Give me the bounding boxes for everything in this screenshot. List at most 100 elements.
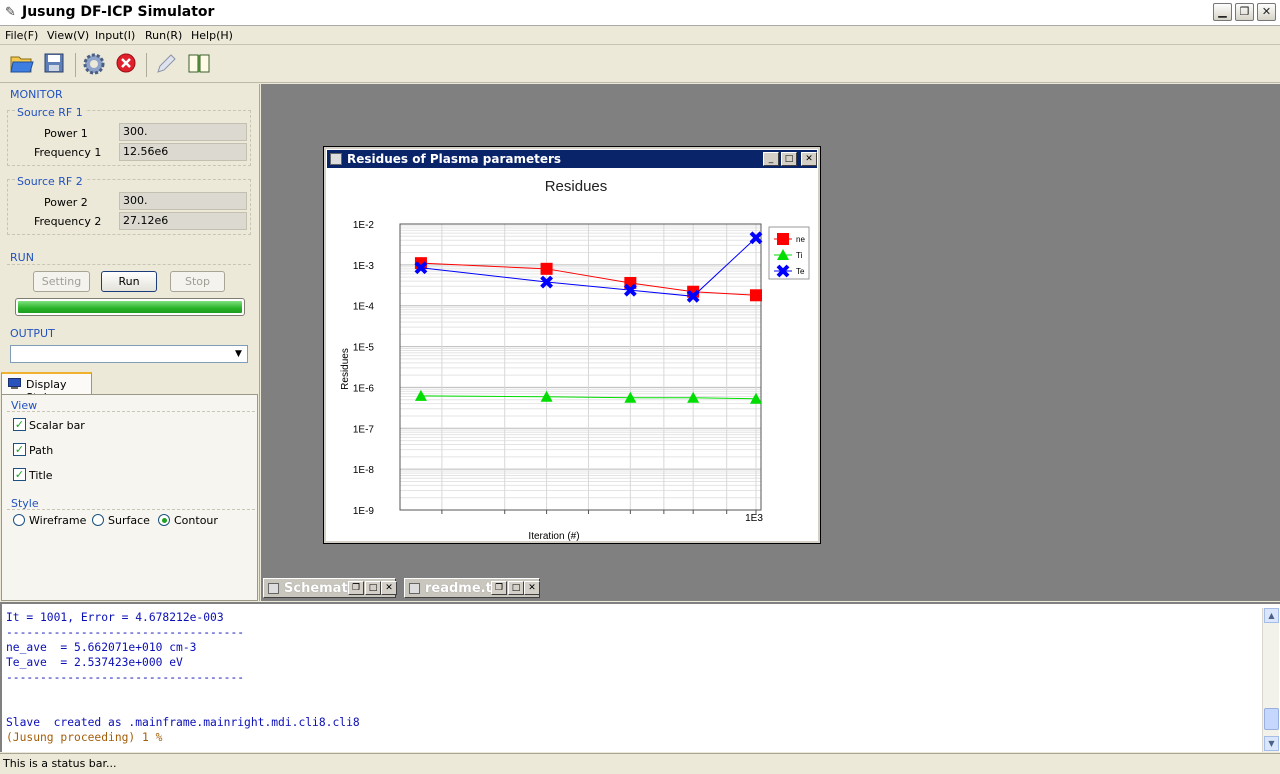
legend-label: ne [796,235,805,244]
y-axis-label: Residues [340,348,351,390]
residues-window-title: Residues of Plasma parameters [347,152,562,166]
scalar-bar-checkbox[interactable]: ✓ [13,418,26,431]
document-icon [409,583,420,594]
stop-icon[interactable] [113,52,139,78]
monitor-heading: MONITOR [10,88,63,101]
power1-value: 300. [119,123,247,141]
menu-run[interactable]: Run(R) [145,29,182,42]
toolbar-separator [75,53,76,77]
run-heading: RUN [10,251,34,264]
view-divider [7,411,255,412]
minimize-button[interactable]: ▁ [1213,3,1232,21]
minimized-window-title: Schemat [284,581,348,596]
frequency1-label: Frequency 1 [34,146,102,159]
setting-button[interactable]: Setting [33,271,90,292]
console-scrollbar[interactable]: ▲ ▼ [1262,608,1279,752]
progress-fill [18,301,242,313]
mdi-workspace: Residues of Plasma parameters _ □ ✕ Resi… [261,84,1280,601]
surface-radio[interactable] [92,514,104,526]
output-heading: OUTPUT [10,327,55,340]
wireframe-radio[interactable] [13,514,25,526]
chart-title: Residues [545,178,608,195]
radio-selected-dot [162,518,167,523]
close-button[interactable]: ✕ [524,581,540,595]
document-icon [330,153,342,165]
minimized-window-schemat[interactable]: Schemat ❐ □ ✕ [263,578,397,598]
y-tick-label: 1E-2 [353,220,375,231]
path-label: Path [29,444,54,457]
chart-legend: ne Ti Te [768,226,810,280]
status-text: This is a status bar... [3,757,117,770]
scroll-up-icon[interactable]: ▲ [1264,608,1279,623]
data-point [540,262,553,275]
close-button[interactable]: ✕ [1257,3,1276,21]
frequency1-value: 12.56e6 [119,143,247,161]
minimized-window-title: readme.t [425,581,492,596]
gear-icon[interactable] [81,52,107,78]
sub-maximize-button[interactable]: □ [781,152,797,166]
book-icon[interactable] [186,52,212,78]
output-dropdown[interactable]: ▼ [10,345,248,363]
title-checkbox[interactable]: ✓ [13,468,26,481]
pencil-icon[interactable] [153,52,179,78]
x-tick-label: 1E3 [745,513,763,524]
scroll-down-icon[interactable]: ▼ [1264,736,1279,751]
minimized-window-readme[interactable]: readme.t ❐ □ ✕ [404,578,540,598]
control-panel: MONITOR Source RF 1 Power 1 300. Frequen… [0,84,260,601]
title-label: Title [29,469,53,482]
title-bar: ✎ Jusung DF-ICP Simulator ▁ ❐ ✕ [0,0,1280,26]
power2-value: 300. [119,192,247,210]
y-tick-label: 1E-6 [353,383,375,394]
legend-label: Ti [796,251,803,260]
run-button[interactable]: Run [101,271,157,292]
window-title: Jusung DF-ICP Simulator [22,4,215,20]
y-tick-label: 1E-7 [353,424,375,435]
residues-chart: Residues 1E-21E-31E-41E-51E-61E-71E-81E-… [340,178,810,541]
residues-window[interactable]: Residues of Plasma parameters _ □ ✕ Resi… [323,146,821,544]
y-tick-label: 1E-4 [353,302,375,313]
document-icon [268,583,279,594]
monitor-icon [8,378,21,389]
y-tick-label: 1E-3 [353,261,375,272]
restore-button[interactable]: ❐ [491,581,507,595]
menu-help[interactable]: Help(H) [191,29,233,42]
maximize-button[interactable]: □ [508,581,524,595]
run-progress-bar [15,298,245,316]
data-point [777,233,789,245]
open-folder-icon[interactable] [9,52,35,78]
tab-display-style[interactable]: Display Style [1,372,92,404]
sub-close-button[interactable]: ✕ [801,152,817,166]
console-line: It = 1001, Error = 4.678212e-003 [6,611,224,624]
stop-button[interactable]: Stop [170,271,225,292]
frequency2-value: 27.12e6 [119,212,247,230]
save-icon[interactable] [41,52,67,78]
menu-input[interactable]: Input(I) [95,29,135,42]
status-bar: This is a status bar... [0,753,1280,774]
contour-radio[interactable] [158,514,170,526]
restore-button[interactable]: ❐ [1235,3,1254,21]
sub-minimize-button[interactable]: _ [763,152,779,166]
console-line: Te_ave = 2.537423e+000 eV [6,656,183,669]
source-rf2-label: Source RF 2 [15,175,85,188]
menu-view[interactable]: View(V) [47,29,89,42]
app-icon: ✎ [5,5,16,20]
wireframe-label: Wireframe [29,514,87,527]
scroll-thumb[interactable] [1264,708,1279,730]
legend-label: Te [796,267,805,276]
chart-grid [400,224,761,514]
menu-bar: File(F) View(V) Input(I) Run(R) Help(H) [0,26,1280,45]
restore-button[interactable]: ❐ [348,581,364,595]
x-axis-label: Iteration (#) [528,531,579,541]
surface-label: Surface [108,514,150,527]
console-output[interactable]: It = 1001, Error = 4.678212e-003 -------… [0,602,1280,752]
chevron-down-icon[interactable]: ▼ [231,347,246,361]
power1-label: Power 1 [44,127,88,140]
maximize-button[interactable]: □ [365,581,381,595]
close-button[interactable]: ✕ [381,581,397,595]
residues-window-titlebar[interactable]: Residues of Plasma parameters _ □ ✕ [327,150,817,168]
y-axis-ticks: 1E-2 1E-3 1E-4 1E-5 1E-6 1E-7 1E-8 1E-9 [353,220,375,517]
path-checkbox[interactable]: ✓ [13,443,26,456]
contour-label: Contour [174,514,218,527]
menu-file[interactable]: File(F) [5,29,38,42]
run-divider [7,264,251,265]
